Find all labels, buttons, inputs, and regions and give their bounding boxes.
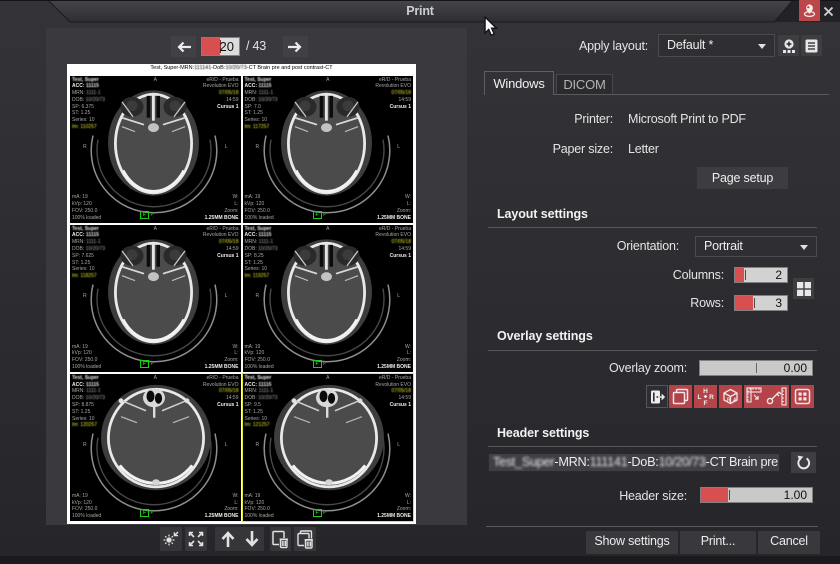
svg-text:F: F [704, 400, 708, 406]
svg-text:A: A [733, 398, 737, 404]
svg-text:R: R [709, 394, 714, 401]
svg-text:R: R [727, 398, 731, 404]
svg-text:L: L [698, 394, 702, 401]
svg-text:H: H [703, 388, 708, 395]
